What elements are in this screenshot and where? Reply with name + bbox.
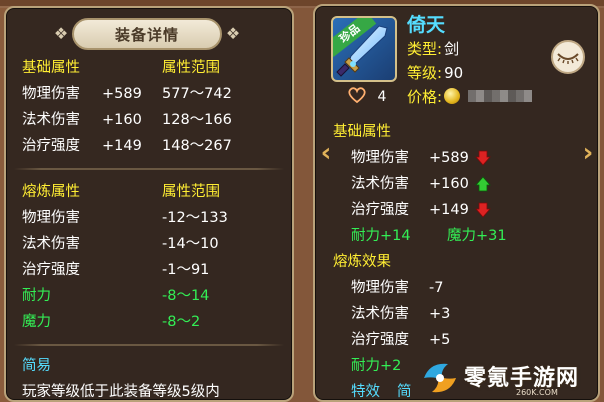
stat-row: 治疗强度 +149 148～267	[6, 134, 292, 158]
refine-stat-range: -8～2	[162, 314, 201, 330]
extra-stat-row: 耐力+14 魔力+31	[315, 224, 598, 248]
likes-row[interactable]: 4	[347, 86, 386, 108]
basic-attr-header: 基础属性	[22, 60, 80, 76]
stat-range: 148～267	[162, 138, 232, 154]
refine-extra-stat: 耐力+2	[351, 358, 402, 374]
trend-down-icon	[475, 150, 491, 166]
eye-icon	[557, 53, 579, 64]
item-name: 倚天	[407, 14, 446, 36]
refine-stat-range: -14～10	[162, 236, 219, 252]
refine-stat-name: 法术伤害	[22, 236, 80, 252]
refine-stat-row: 法术伤害 +3	[315, 302, 598, 326]
refine-stat-name: 治疗强度	[22, 262, 80, 278]
desc-text-row: 玩家等级低于此装备等级5级内	[6, 380, 292, 400]
refine-stat-row: 耐力 -8～14	[6, 284, 292, 308]
refine-stat-row: 治疗强度 -1～91	[6, 258, 292, 282]
stat-value: +160	[102, 112, 142, 128]
equipment-detail-panel: ❖ 装备详情 ❖ 基础属性 属性范围 物理伤害 +589 577～742 法术伤…	[4, 6, 294, 402]
stat-value: +160	[429, 176, 469, 192]
desc-text: 玩家等级低于此装备等级5级内	[22, 384, 220, 400]
stat-name: 物理伤害	[22, 86, 80, 102]
extra-stat: 耐力+14	[351, 228, 411, 244]
refine-range-header: 属性范围	[162, 184, 220, 200]
watermark-logo-icon	[424, 363, 456, 393]
desc-header: 简易	[22, 358, 51, 374]
desc-header-row: 简易	[6, 354, 292, 378]
special-effect-label: 特效	[351, 384, 380, 400]
header-ornament-left: ❖	[53, 24, 69, 43]
refine-stat-value: +5	[429, 332, 451, 348]
level-label: 等级:	[407, 64, 443, 82]
stat-row: 物理伤害 +589	[315, 146, 598, 170]
stat-name: 法术伤害	[22, 112, 80, 128]
refine-stat-row: 治疗强度 +5	[315, 328, 598, 352]
stat-name: 治疗强度	[22, 138, 80, 154]
basic-attr-header-row: 基础属性 属性范围	[6, 56, 292, 80]
refine-stat-range: -8～14	[162, 288, 210, 304]
item-level-line: 等级: 90	[407, 62, 463, 84]
basic-attr-header-row: 基础属性	[315, 120, 598, 144]
trend-down-icon	[475, 202, 491, 218]
section-divider	[14, 344, 284, 346]
stat-value: +589	[429, 150, 469, 166]
refine-stat-row: 物理伤害 -7	[315, 276, 598, 300]
coin-icon	[444, 88, 461, 104]
level-value: 90	[444, 64, 464, 82]
panel-title: 装备详情	[72, 18, 222, 50]
refine-stat-range: -1～91	[162, 262, 210, 278]
likes-count: 4	[377, 89, 387, 105]
stat-range: 128～166	[162, 112, 232, 128]
refine-stat-name: 耐力	[22, 288, 51, 304]
stat-row: 法术伤害 +160	[315, 172, 598, 196]
stat-value: +149	[429, 202, 469, 218]
stat-value: +149	[102, 138, 142, 154]
section-divider	[14, 168, 284, 170]
refine-stat-name: 法术伤害	[351, 306, 409, 322]
preview-button[interactable]	[551, 40, 585, 74]
site-watermark: 零氪手游网 260K.COM	[420, 356, 604, 402]
refine-stat-row: 物理伤害 -12～133	[6, 206, 292, 230]
type-label: 类型:	[407, 40, 443, 58]
price-value-obscured	[468, 90, 533, 102]
refine-effect-header: 熔炼效果	[333, 254, 391, 270]
stat-name: 法术伤害	[351, 176, 409, 192]
item-price-line: 价格:	[407, 86, 533, 108]
refine-stat-range: -12～133	[162, 210, 228, 226]
header-ornament-right: ❖	[225, 24, 241, 43]
stat-row: 物理伤害 +589 577～742	[6, 82, 292, 106]
stat-range: 577～742	[162, 86, 232, 102]
refine-stat-value: -7	[429, 280, 444, 296]
extra-stat: 魔力+31	[447, 228, 507, 244]
stat-row: 法术伤害 +160 128～166	[6, 108, 292, 132]
refine-stat-value: +3	[429, 306, 451, 322]
item-icon-slot[interactable]: 珍品	[331, 16, 397, 82]
stat-value: +589	[102, 86, 142, 102]
item-type-line: 类型: 剑	[407, 38, 459, 60]
refine-stat-row: 魔力 -8～2	[6, 310, 292, 334]
price-label: 价格:	[407, 88, 443, 106]
attr-range-header: 属性范围	[162, 60, 220, 76]
heart-icon	[348, 87, 366, 104]
item-info-panel: 珍品 倚天 类型: 剑 等级: 90 价格: 4 ‹ › 基础属性 物理伤害 +58…	[313, 4, 600, 402]
refine-stat-name: 魔力	[22, 314, 51, 330]
stat-name: 治疗强度	[351, 202, 409, 218]
refine-stat-name: 治疗强度	[351, 332, 409, 348]
refine-stat-row: 法术伤害 -14～10	[6, 232, 292, 256]
basic-attr-header: 基础属性	[333, 124, 391, 140]
refine-stat-name: 物理伤害	[351, 280, 409, 296]
refine-attr-header: 熔炼属性	[22, 184, 80, 200]
refine-attr-header-row: 熔炼属性 属性范围	[6, 180, 292, 204]
watermark-url: 260K.COM	[516, 388, 558, 397]
stat-name: 物理伤害	[351, 150, 409, 166]
trend-up-icon	[475, 176, 491, 192]
stat-row: 治疗强度 +149	[315, 198, 598, 222]
special-effect-value: 简	[397, 384, 412, 400]
type-value: 剑	[444, 40, 460, 58]
refine-effect-header-row: 熔炼效果	[315, 250, 598, 274]
refine-stat-name: 物理伤害	[22, 210, 80, 226]
